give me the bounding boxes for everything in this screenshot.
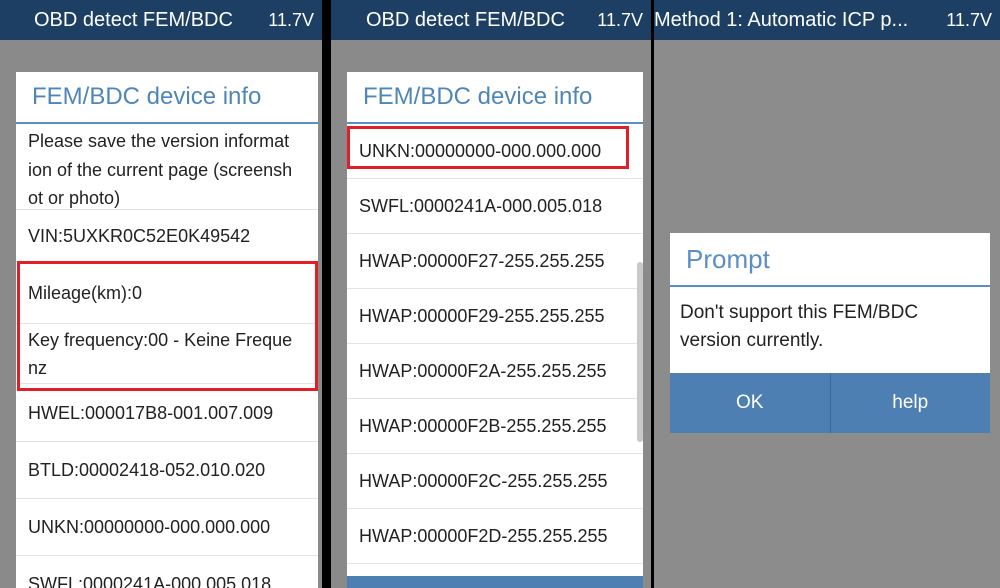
unkn-row[interactable]: UNKN:00000000-000.000.000: [347, 124, 643, 179]
ok-button[interactable]: OK: [670, 373, 830, 433]
hwap-row[interactable]: HWAP:00000F27-255.255.255: [347, 234, 643, 289]
hwap-row[interactable]: HWAP:00000F2A-255.255.255: [347, 344, 643, 399]
dialog-buttons: OK help: [670, 373, 990, 433]
dialog-message: Don't support this FEM/BDC version curre…: [680, 302, 919, 351]
mileage-row[interactable]: Mileage(km):0: [16, 262, 318, 324]
dialog-title: Prompt: [670, 233, 990, 287]
card-title: FEM/BDC device info: [16, 72, 318, 124]
screen-title: Method 1: Automatic ICP p...: [654, 9, 909, 31]
screen-middle: OBD detect FEM/BDC 11.7V FEM/BDC device …: [331, 0, 651, 588]
screen-title: OBD detect FEM/BDC: [34, 9, 233, 31]
voltage-readout: 11.7V: [597, 10, 643, 30]
hwap-row[interactable]: HWAP:00000F2D-255.255.255: [347, 509, 643, 564]
title-bar: OBD detect FEM/BDC 11.7V: [331, 0, 651, 40]
title-bar: OBD detect FEM/BDC 11.7V: [0, 0, 322, 40]
voltage-readout: 11.7V: [946, 10, 992, 30]
btld-row[interactable]: BTLD:00002418-052.010.020: [16, 442, 318, 499]
screen-right: Method 1: Automatic ICP p... 11.7V Promp…: [654, 0, 1000, 588]
hwap-row[interactable]: HWAP:00000F2B-255.255.255: [347, 399, 643, 454]
hwap-row[interactable]: HWAP:00000F2C-255.255.255: [347, 454, 643, 509]
swfl-row[interactable]: SWFL:0000241A-000.005.018: [347, 179, 643, 234]
screen-left: OBD detect FEM/BDC 11.7V FEM/BDC device …: [0, 0, 322, 588]
key-frequency-row[interactable]: Key frequency:00 - Keine Freque nz: [16, 324, 318, 384]
unkn-row[interactable]: UNKN:00000000-000.000.000: [16, 499, 318, 556]
help-button[interactable]: help: [829, 373, 991, 433]
save-notice: Please save the version informat ion of …: [16, 124, 318, 210]
vin-row[interactable]: VIN:5UXKR0C52E0K49542: [16, 210, 318, 262]
card-title: FEM/BDC device info: [347, 72, 643, 124]
hwel-row[interactable]: HWEL:000017B8-001.007.009: [16, 384, 318, 442]
scrollbar[interactable]: [637, 262, 643, 442]
bottom-button-bar[interactable]: [347, 576, 643, 588]
hwap-row[interactable]: HWAP:00000F29-255.255.255: [347, 289, 643, 344]
screen-title: OBD detect FEM/BDC: [366, 9, 565, 31]
title-bar: Method 1: Automatic ICP p... 11.7V: [654, 0, 1000, 40]
voltage-readout: 11.7V: [268, 10, 314, 30]
swfl-row[interactable]: SWFL:0000241A-000.005.018: [16, 556, 318, 588]
device-info-card: FEM/BDC device info Please save the vers…: [16, 72, 318, 588]
device-info-card: FEM/BDC device info UNKN:00000000-000.00…: [347, 72, 643, 588]
prompt-dialog: Prompt Don't support this FEM/BDC versio…: [670, 233, 990, 433]
